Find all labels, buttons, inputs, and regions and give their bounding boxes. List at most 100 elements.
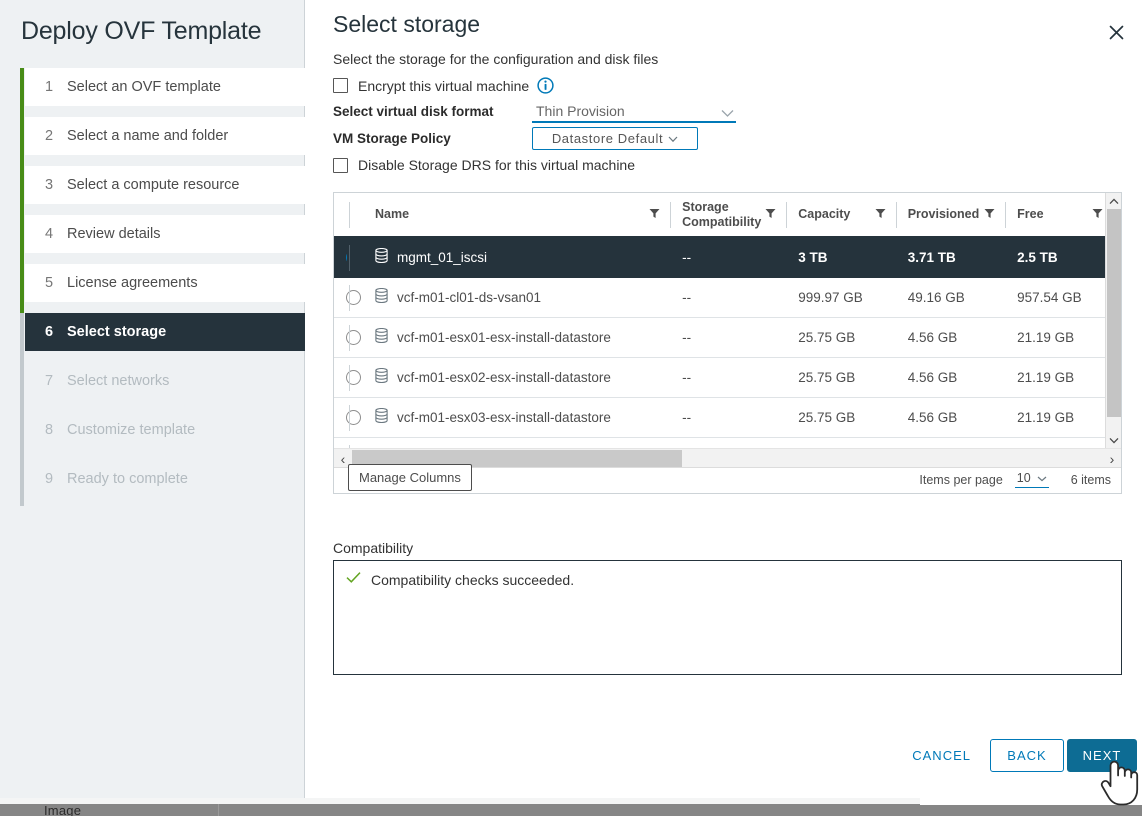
table-row[interactable]: vcf-m01-esx03-esx-install-datastore -- 2… — [334, 397, 1107, 437]
filter-icon[interactable] — [984, 208, 995, 222]
sidebar-step-6[interactable]: 6 Select storage — [25, 313, 305, 351]
background-image-label: Image — [44, 803, 81, 816]
row-name: vcf-m01-esx02-esx-install-datastore — [397, 370, 611, 385]
encrypt-label: Encrypt this virtual machine — [358, 78, 529, 94]
table-row[interactable]: vcf-m01-esx01-esx-install-datastore -- 2… — [334, 317, 1107, 357]
manage-columns-button[interactable]: Manage Columns — [348, 464, 472, 491]
sidebar-step-1[interactable]: 1 Select an OVF template — [25, 68, 305, 106]
wizard-main-panel: Select storage Select the storage for th… — [306, 0, 1142, 798]
row-spacer — [347, 277, 363, 317]
sidebar-step-4[interactable]: 4 Review details — [25, 215, 305, 253]
row-radio-cell[interactable] — [334, 437, 347, 448]
items-per-page-value: 10 — [1017, 471, 1031, 485]
wizard-sidebar: Deploy OVF Template 1 Select an OVF temp… — [0, 0, 305, 798]
compatibility-section-label: Compatibility — [333, 540, 413, 556]
datastore-icon — [375, 328, 388, 346]
compatibility-message: Compatibility checks succeeded. — [371, 572, 574, 588]
row-radio-cell[interactable] — [334, 317, 347, 357]
step-label: Select networks — [67, 362, 169, 400]
header-spacer — [347, 193, 363, 237]
table-footer: Manage Columns Items per page 10 6 items — [334, 469, 1121, 493]
row-name-cell: vcf-m01-cl01-ds-vsan01 — [363, 277, 670, 317]
header-name[interactable]: Name — [363, 193, 670, 237]
row-free: 21.19 GB — [1005, 357, 1107, 397]
table-row[interactable]: vcf-m01-esx02-esx-install-datastore -- 2… — [334, 357, 1107, 397]
row-provisioned: 4.56 GB — [896, 317, 1005, 357]
sidebar-step-8: 8 Customize template — [25, 411, 305, 449]
row-capacity: 25.75 GB — [786, 357, 895, 397]
encrypt-checkbox[interactable] — [333, 78, 348, 93]
row-radio-cell[interactable] — [334, 397, 347, 437]
disable-drs-checkbox[interactable] — [333, 158, 348, 173]
header-free[interactable]: Free — [1005, 193, 1107, 237]
header-free-label: Free — [1017, 207, 1043, 221]
scroll-up-icon[interactable] — [1106, 193, 1122, 209]
header-capacity[interactable]: Capacity — [786, 193, 895, 237]
row-provisioned: 4.56 GB — [896, 437, 1005, 448]
datastore-table: Name — [333, 192, 1122, 494]
table-row[interactable]: vcf-m01-cl01-ds-vsan01 -- 999.97 GB 49.1… — [334, 277, 1107, 317]
row-free: 2.5 TB — [1005, 237, 1107, 277]
wizard-title: Deploy OVF Template — [21, 17, 261, 46]
storage-policy-select[interactable]: Datastore Default — [532, 127, 698, 150]
step-number: 1 — [45, 68, 67, 106]
vertical-scroll-thumb[interactable] — [1107, 209, 1121, 417]
row-provisioned: 4.56 GB — [896, 357, 1005, 397]
row-storage-compatibility: -- — [670, 237, 786, 277]
table-vertical-scrollbar[interactable] — [1105, 193, 1121, 448]
storage-policy-value: Datastore Default — [552, 131, 663, 146]
step-label: Customize template — [67, 411, 195, 449]
filter-icon[interactable] — [649, 208, 660, 222]
row-provisioned: 3.71 TB — [896, 237, 1005, 277]
sidebar-step-2[interactable]: 2 Select a name and folder — [25, 117, 305, 155]
row-spacer — [347, 397, 363, 437]
row-provisioned: 4.56 GB — [896, 397, 1005, 437]
filter-icon[interactable] — [765, 208, 776, 222]
step-label: Ready to complete — [67, 460, 188, 498]
datastore-icon — [375, 408, 388, 426]
row-capacity: 25.75 GB — [786, 397, 895, 437]
filter-icon[interactable] — [1092, 208, 1103, 222]
row-radio-cell[interactable] — [334, 277, 347, 317]
row-free: 21.19 GB — [1005, 397, 1107, 437]
row-radio-cell[interactable] — [334, 357, 347, 397]
disk-format-select[interactable]: Thin Provision — [532, 100, 736, 123]
row-storage-compatibility: -- — [670, 277, 786, 317]
header-provisioned-label: Provisioned — [908, 207, 980, 221]
header-provisioned[interactable]: Provisioned — [896, 193, 1005, 237]
row-storage-compatibility: -- — [670, 317, 786, 357]
background-strip-white — [920, 798, 1142, 805]
compatibility-status: Compatibility checks succeeded. — [346, 571, 574, 589]
storage-form: Encrypt this virtual machine Select virt… — [333, 73, 1123, 178]
next-button[interactable]: NEXT — [1067, 739, 1137, 772]
row-spacer — [347, 317, 363, 357]
items-per-page-select[interactable]: 10 — [1015, 471, 1049, 488]
close-icon[interactable] — [1102, 18, 1130, 46]
info-icon[interactable] — [537, 77, 554, 94]
table-row[interactable]: mgmt_01_iscsi -- 3 TB 3.71 TB 2.5 TB V — [334, 237, 1107, 277]
wizard-steps: 1 Select an OVF template 2 Select a name… — [20, 68, 305, 498]
table-row[interactable]: vcf-m01-esx04-esx-install-datastore -- 2… — [334, 437, 1107, 448]
filter-icon[interactable] — [875, 208, 886, 222]
step-gap — [20, 253, 305, 264]
step-gap — [20, 400, 305, 411]
back-button[interactable]: BACK — [990, 739, 1064, 772]
row-spacer — [347, 237, 363, 277]
disk-format-label: Select virtual disk format — [333, 104, 532, 119]
disable-drs-label: Disable Storage DRS for this virtual mac… — [358, 157, 635, 173]
scroll-right-icon[interactable]: › — [1103, 449, 1121, 468]
step-number: 6 — [45, 313, 67, 351]
row-radio-cell[interactable] — [334, 237, 347, 277]
scroll-down-icon[interactable] — [1106, 432, 1122, 448]
row-name: vcf-m01-cl01-ds-vsan01 — [397, 290, 541, 305]
sidebar-step-5[interactable]: 5 License agreements — [25, 264, 305, 302]
chevron-down-icon — [668, 130, 678, 148]
header-storage-compatibility[interactable]: Storage Compatibility — [670, 193, 786, 237]
cancel-button[interactable]: CANCEL — [898, 739, 985, 772]
step-label: Review details — [67, 215, 161, 253]
items-per-page-label: Items per page — [919, 473, 1002, 487]
step-number: 7 — [45, 362, 67, 400]
header-storage-compatibility-label: Storage Compatibility — [682, 200, 765, 229]
row-capacity: 3 TB — [786, 237, 895, 277]
sidebar-step-3[interactable]: 3 Select a compute resource — [25, 166, 305, 204]
